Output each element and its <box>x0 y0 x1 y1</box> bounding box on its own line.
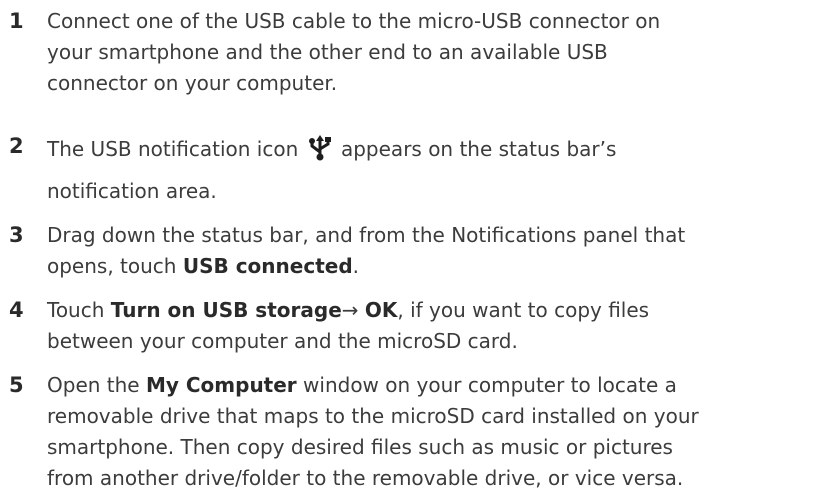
step-line: The USB notification icon appears on the… <box>47 131 832 173</box>
step-number: 1 <box>9 9 24 33</box>
step-line: connector on your computer. <box>47 71 338 95</box>
turn-on-usb-storage-label: Turn on USB storage <box>110 298 342 322</box>
step-line: between your computer and the microSD ca… <box>47 329 518 353</box>
usb-icon <box>307 135 333 173</box>
step-line: notification area. <box>47 179 217 203</box>
step-text-after-icon: appears on the status bar’s <box>340 137 617 161</box>
step-number: 4 <box>9 298 24 322</box>
arrow-glyph: → <box>341 298 365 322</box>
step-number: 5 <box>9 373 24 397</box>
step-line: from another drive/folder to the removab… <box>47 466 684 490</box>
step-text: The USB notification icon appears on the… <box>47 131 832 210</box>
usb-connected-label: USB connected <box>182 254 353 278</box>
step-number: 3 <box>9 223 24 247</box>
step-line: Drag down the status bar, and from the N… <box>47 223 686 247</box>
step-text: Drag down the status bar, and from the N… <box>47 220 832 282</box>
step-number: 2 <box>9 134 24 158</box>
step-text: Touch Turn on USB storage→ OK, if you wa… <box>47 295 832 357</box>
step-text: Connect one of the USB cable to the micr… <box>47 6 832 99</box>
my-computer-label: My Computer <box>145 373 297 397</box>
step-line: removable drive that maps to the microSD… <box>47 404 699 428</box>
step-line: Connect one of the USB cable to the micr… <box>47 9 661 33</box>
step-line: opens, touch USB connected. <box>47 254 359 278</box>
step-line: Touch Turn on USB storage→ OK, if you wa… <box>47 298 650 322</box>
step-text: Open the My Computer window on your comp… <box>47 370 832 494</box>
step-text-before-icon: The USB notification icon <box>47 137 299 161</box>
step-line: smartphone. Then copy desired files such… <box>47 435 673 459</box>
ok-label: OK <box>364 298 398 322</box>
instruction-steps: 1 Connect one of the USB cable to the mi… <box>0 0 835 490</box>
step-line: your smartphone and the other end to an … <box>47 40 608 64</box>
step-line: Open the My Computer window on your comp… <box>47 373 677 397</box>
